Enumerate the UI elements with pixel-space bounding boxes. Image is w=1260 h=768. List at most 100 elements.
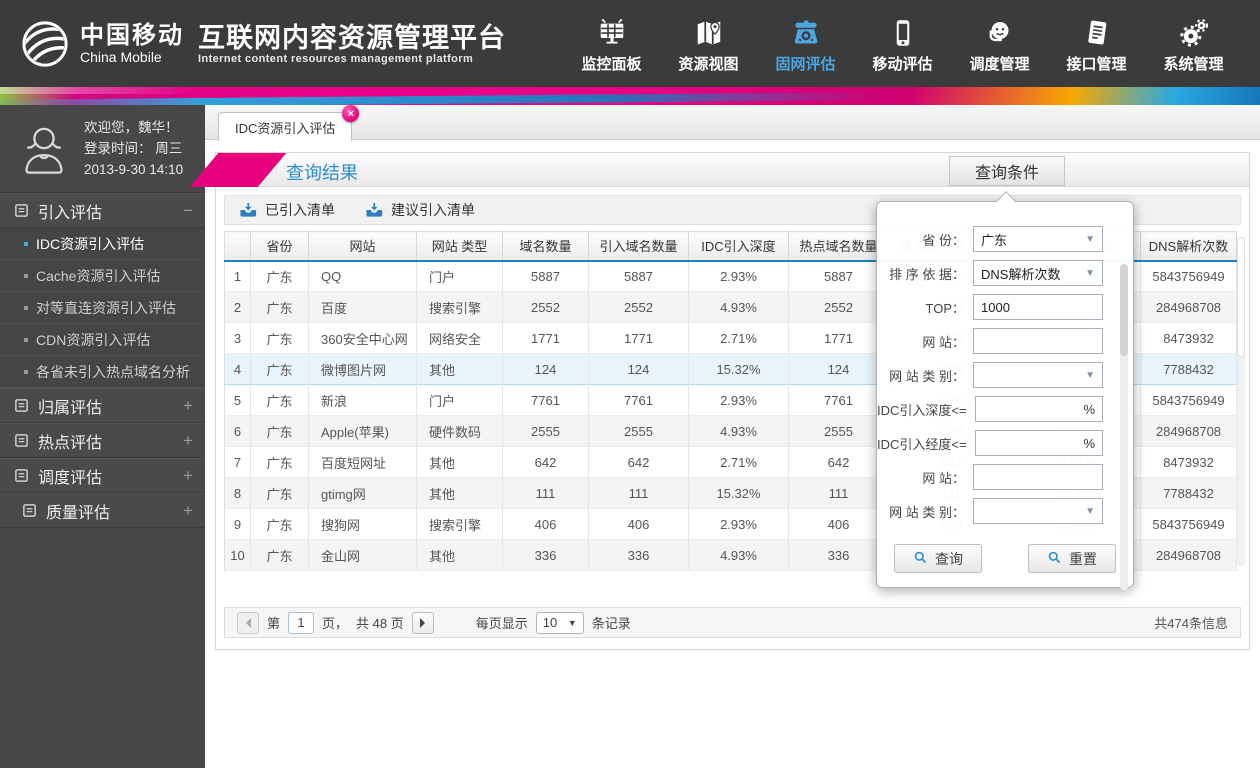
reset-button[interactable]: 重置 xyxy=(1028,544,1116,573)
table-cell: 广东 xyxy=(250,415,309,447)
sidebar-section-attribution-assessment[interactable]: 归属评估 + xyxy=(0,388,205,423)
search-icon xyxy=(1047,550,1062,568)
expand-icon[interactable]: + xyxy=(183,396,193,416)
column-header: 省份 xyxy=(250,231,309,261)
page-number-input[interactable]: 1 xyxy=(288,611,315,634)
table-cell: 搜索引擎 xyxy=(416,508,503,540)
sidebar-item-peer-direct-resource-import-assessment[interactable]: 对等直连资源引入评估 xyxy=(0,292,205,324)
query-field-province: 省 份： 广东 ▼ xyxy=(877,222,1133,256)
nav-item-fixed-network-assessment[interactable]: 固网评估 xyxy=(757,0,854,87)
table-cell: 284968708 xyxy=(1140,291,1237,323)
next-arrow-icon xyxy=(419,617,430,628)
prev-page-button[interactable] xyxy=(237,611,259,634)
interface-icon xyxy=(1082,14,1112,48)
toolbar-button-label: 已引入清单 xyxy=(265,202,335,218)
sidebar-item-provinces-unimported-hotspot-domain-analysis[interactable]: 各省未引入热点域名分析 xyxy=(0,356,205,388)
table-cell: 7788432 xyxy=(1140,477,1237,509)
login-datetime: 2013-9-30 14:10 xyxy=(84,162,184,177)
table-cell: 门户 xyxy=(416,384,503,416)
nav-item-mobile-assessment[interactable]: 移动评估 xyxy=(854,0,951,87)
sidebar-item-idc-resource-import-assessment[interactable]: IDC资源引入评估 xyxy=(0,228,205,260)
table-cell: 2.71% xyxy=(688,446,789,478)
nav-item-interface-management[interactable]: 接口管理 xyxy=(1048,0,1145,87)
nav-item-system-management[interactable]: 系统管理 xyxy=(1145,0,1242,87)
table-cell: 广东 xyxy=(250,446,309,478)
button-label: 查询 xyxy=(935,550,963,567)
top-input[interactable]: 1000 xyxy=(973,294,1103,320)
table-cell: 284968708 xyxy=(1140,539,1237,571)
tab-idc-resource-import-assessment[interactable]: IDC资源引入评估 × xyxy=(218,105,360,141)
table-cell: 2.93% xyxy=(688,508,789,540)
sidebar-item-cache-resource-import-assessment[interactable]: Cache资源引入评估 xyxy=(0,260,205,292)
table-cell: 7761 xyxy=(502,384,589,416)
sidebar-item-label: 各省未引入热点域名分析 xyxy=(36,363,190,380)
table-cell: 2552 xyxy=(502,291,589,323)
expand-icon[interactable]: + xyxy=(183,466,193,486)
document-icon xyxy=(14,468,29,483)
table-cell: 搜狗网 xyxy=(308,508,417,540)
table-cell: 搜索引擎 xyxy=(416,291,503,323)
table-cell: 网络安全 xyxy=(416,322,503,354)
table-cell: Apple(苹果) xyxy=(308,415,417,447)
nav-item-resource-view[interactable]: 资源视图 xyxy=(660,0,757,87)
sidebar-section-dispatch-assessment[interactable]: 调度评估 + xyxy=(0,458,205,493)
table-cell: 336 xyxy=(588,539,689,571)
tab-close-icon[interactable]: × xyxy=(342,105,360,122)
scrollbar-thumb[interactable] xyxy=(1237,237,1245,357)
app-header: 中国移动 China Mobile 互联网内容资源管理平台 Internet c… xyxy=(0,0,1260,87)
nav-item-dispatch-management[interactable]: 调度管理 xyxy=(951,0,1048,87)
table-cell: 5887 xyxy=(502,260,589,292)
nav-item-label: 资源视图 xyxy=(678,55,739,73)
website-category-1-select[interactable]: ▼ xyxy=(973,362,1103,388)
nav-item-label: 调度管理 xyxy=(969,55,1030,73)
percent-suffix: % xyxy=(1083,435,1095,451)
table-cell: 其他 xyxy=(416,477,503,509)
row-index-cell: 9 xyxy=(224,508,251,540)
table-cell: 2555 xyxy=(588,415,689,447)
nav-item-label: 监控面板 xyxy=(581,55,642,73)
query-conditions-button[interactable]: 查询条件 xyxy=(948,156,1065,186)
expand-icon[interactable]: + xyxy=(183,501,193,521)
sidebar: 欢迎您，魏华！ 登录时间： 周三 2013-9-30 14:10 引入评估 − ID… xyxy=(0,105,205,768)
sidebar-section-import-assessment[interactable]: 引入评估 − xyxy=(0,193,205,228)
idc-import-depth-input[interactable]: % xyxy=(974,396,1103,422)
sidebar-section-hotspot-assessment[interactable]: 热点评估 + xyxy=(0,423,205,458)
next-page-button[interactable] xyxy=(411,611,434,634)
nav-item-monitor-panel[interactable]: 监控面板 xyxy=(563,0,660,87)
search-button[interactable]: 查询 xyxy=(894,544,982,573)
row-index-cell: 1 xyxy=(224,260,251,292)
sidebar-section-quality-assessment[interactable]: 质量评估 + xyxy=(0,493,205,528)
website-category-2-select[interactable]: ▼ xyxy=(973,498,1103,524)
section-label: 质量评估 xyxy=(46,504,111,522)
vertical-scrollbar[interactable] xyxy=(1237,237,1245,567)
sidebar-item-cdn-resource-import-assessment[interactable]: CDN资源引入评估 xyxy=(0,324,205,356)
province-select[interactable]: 广东 ▼ xyxy=(973,226,1103,252)
field-value: 广东 xyxy=(981,232,1008,248)
expand-icon[interactable]: + xyxy=(183,431,193,451)
imported-list-button[interactable]: 已引入清单 xyxy=(239,200,335,220)
field-label: 网 站 类 别： xyxy=(889,368,965,384)
sort-by-select[interactable]: DNS解析次数 ▼ xyxy=(973,260,1103,286)
idc-import-longitude-input[interactable]: % xyxy=(974,430,1103,456)
section-label: 调度评估 xyxy=(38,469,103,487)
popup-scrollbar-thumb[interactable] xyxy=(1120,264,1128,356)
website-2-input[interactable] xyxy=(973,464,1103,490)
suggested-import-list-button[interactable]: 建议引入清单 xyxy=(365,200,475,220)
popup-scrollbar[interactable] xyxy=(1120,264,1128,590)
per-page-value: 10 xyxy=(542,615,558,630)
tab-label: IDC资源引入评估 xyxy=(235,120,336,136)
table-cell: 336 xyxy=(502,539,589,571)
map-icon xyxy=(694,14,724,48)
table-cell: 广东 xyxy=(250,477,309,509)
row-index-cell: 2 xyxy=(224,291,251,323)
collapse-icon[interactable]: − xyxy=(183,201,193,221)
table-cell: 1771 xyxy=(788,322,889,354)
user-info: 欢迎您，魏华！ 登录时间： 周三 2013-9-30 14:10 xyxy=(0,105,205,193)
tab-bar: IDC资源引入评估 × xyxy=(205,105,1260,141)
brand-name-en: China Mobile xyxy=(80,48,162,65)
website-1-input[interactable] xyxy=(973,328,1103,354)
table-cell: 111 xyxy=(788,477,889,509)
per-page-select[interactable]: 10 ▼ xyxy=(535,611,584,634)
table-cell: 124 xyxy=(588,353,689,385)
sidebar-menu: 引入评估 − IDC资源引入评估 Cache资源引入评估 对等直连资源引入评估 CDN资源… xyxy=(0,193,205,528)
